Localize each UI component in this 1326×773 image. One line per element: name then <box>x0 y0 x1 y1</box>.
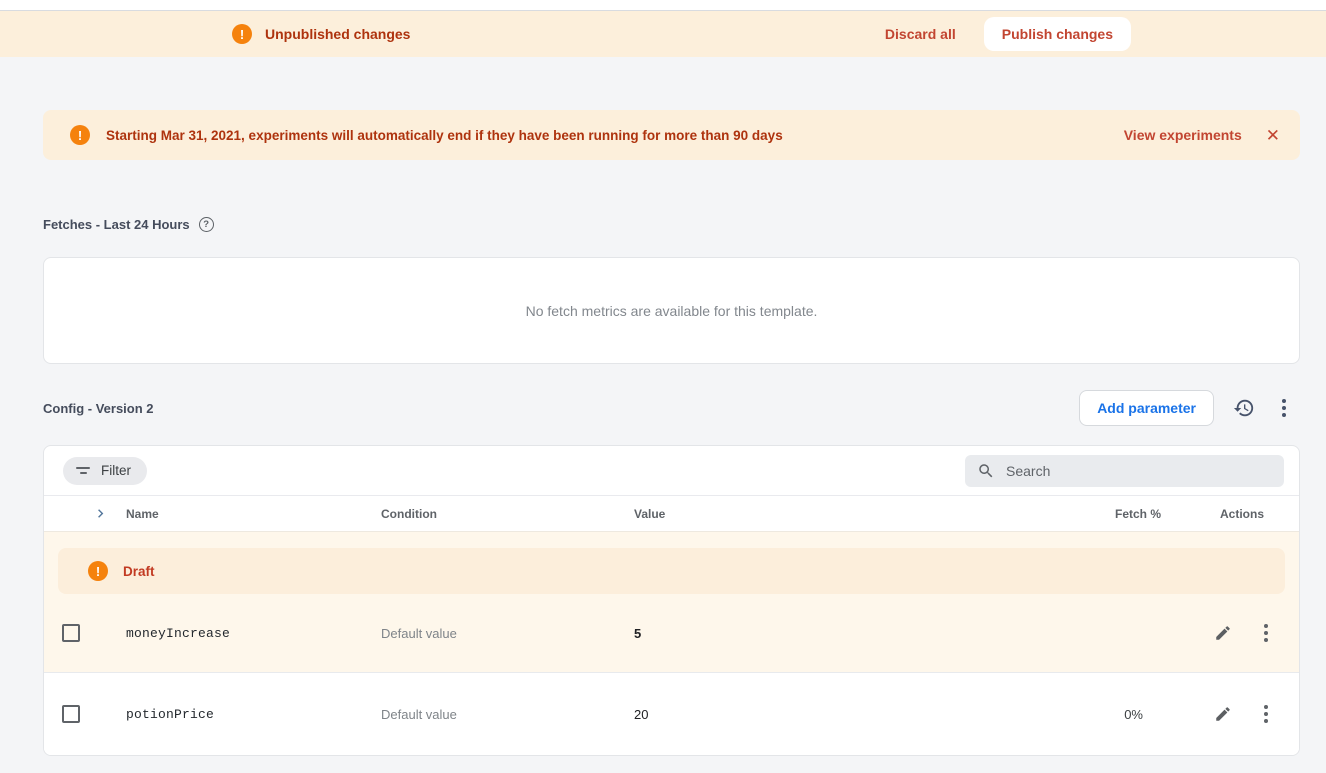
column-header-name: Name <box>126 507 381 521</box>
warning-icon: ! <box>70 125 90 145</box>
filter-chip[interactable]: Filter <box>63 457 147 485</box>
config-section-header: Config - Version 2 Add parameter <box>43 390 1300 426</box>
pencil-icon <box>1214 624 1232 642</box>
row-actions <box>1161 620 1300 646</box>
config-menu-button[interactable] <box>1274 395 1294 421</box>
history-icon <box>1233 397 1255 419</box>
fetch-percent-value: 0% <box>1041 707 1161 722</box>
search-box[interactable] <box>965 455 1284 487</box>
publish-changes-button[interactable]: Publish changes <box>984 17 1131 51</box>
config-title-wrap: Config - Version 2 <box>43 401 154 416</box>
row-actions <box>1161 701 1300 727</box>
more-vert-icon <box>1258 622 1274 644</box>
unpublished-status: ! Unpublished changes <box>232 11 410 57</box>
search-input[interactable] <box>1006 463 1272 479</box>
add-parameter-button[interactable]: Add parameter <box>1079 390 1214 426</box>
fetches-title: Fetches - Last 24 Hours <box>43 217 190 232</box>
config-title: Config - Version 2 <box>43 401 154 416</box>
more-vert-icon <box>1258 703 1274 725</box>
app-header-strip <box>0 0 1326 11</box>
warning-icon: ! <box>232 24 252 44</box>
row-menu-button[interactable] <box>1256 701 1276 727</box>
fetches-section-header: Fetches - Last 24 Hours ? <box>43 217 1300 232</box>
search-icon <box>977 462 995 480</box>
more-vert-icon <box>1276 397 1292 419</box>
param-name: potionPrice <box>126 707 381 722</box>
row-checkbox[interactable] <box>62 705 80 723</box>
close-icon[interactable]: ✕ <box>1266 127 1280 144</box>
filter-icon <box>76 467 90 474</box>
draft-banner: ! Draft <box>58 548 1285 594</box>
edit-parameter-button[interactable] <box>1212 703 1234 725</box>
parameters-table-card: Filter Name Condition Value <box>43 445 1300 756</box>
help-icon[interactable]: ? <box>199 217 214 232</box>
edit-parameter-button[interactable] <box>1212 622 1234 644</box>
version-history-button[interactable] <box>1231 395 1257 421</box>
expand-all-button[interactable] <box>92 505 109 522</box>
unpublished-changes-bar: ! Unpublished changes Discard all Publis… <box>0 11 1326 57</box>
column-header-value: Value <box>634 507 1041 521</box>
discard-all-button[interactable]: Discard all <box>885 26 956 42</box>
draft-section: ! Draft moneyIncrease Default value 5 <box>44 532 1299 672</box>
publish-actions: Discard all Publish changes <box>885 11 1131 57</box>
unpublished-message: Unpublished changes <box>265 26 410 42</box>
filter-label: Filter <box>101 463 131 478</box>
draft-label: Draft <box>123 564 155 579</box>
param-condition: Default value <box>381 707 634 722</box>
param-value: 5 <box>634 626 1041 641</box>
param-value: 20 <box>634 707 1041 722</box>
column-header-condition: Condition <box>381 507 634 521</box>
table-row: potionPrice Default value 20 0% <box>44 672 1299 755</box>
warning-icon: ! <box>88 561 108 581</box>
fetch-metrics-card: No fetch metrics are available for this … <box>43 257 1300 364</box>
remote-config-page: ! Unpublished changes Discard all Publis… <box>0 0 1326 773</box>
table-toolbar: Filter <box>44 446 1299 496</box>
table-row: moneyIncrease Default value 5 <box>44 594 1299 672</box>
view-experiments-link[interactable]: View experiments <box>1124 127 1242 143</box>
column-header-actions: Actions <box>1161 507 1300 521</box>
config-actions: Add parameter <box>1079 390 1300 426</box>
experiment-warning-banner: ! Starting Mar 31, 2021, experiments wil… <box>43 110 1300 160</box>
row-checkbox[interactable] <box>62 624 80 642</box>
column-header-fetch-percent: Fetch % <box>1041 507 1161 521</box>
table-header-row: Name Condition Value Fetch % Actions <box>44 496 1299 532</box>
experiment-warning-message: Starting Mar 31, 2021, experiments will … <box>106 128 1124 143</box>
chevron-right-icon <box>92 505 109 522</box>
param-condition: Default value <box>381 626 634 641</box>
page-content: ! Starting Mar 31, 2021, experiments wil… <box>0 110 1326 756</box>
empty-state-message: No fetch metrics are available for this … <box>526 303 818 319</box>
pencil-icon <box>1214 705 1232 723</box>
row-menu-button[interactable] <box>1256 620 1276 646</box>
param-name: moneyIncrease <box>126 626 381 641</box>
